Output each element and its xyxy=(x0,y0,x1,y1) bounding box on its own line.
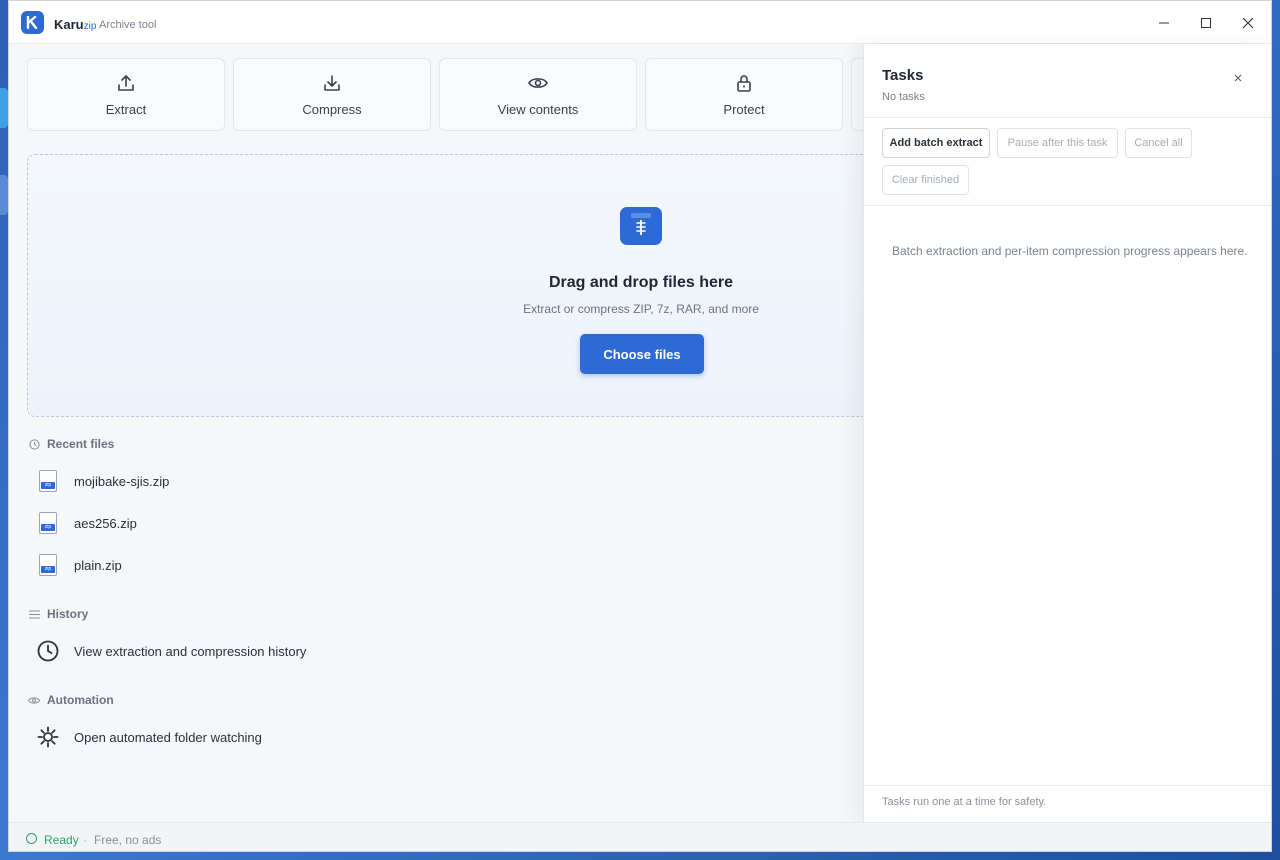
recent-file-row[interactable]: zip aes256.zip xyxy=(37,511,137,535)
tasks-panel: Tasks No tasks Add batch extract Pause a… xyxy=(863,44,1271,822)
view-contents-label: View contents xyxy=(497,102,579,117)
zip-file-tag: zip xyxy=(41,566,55,573)
app-window: Karuzip Archive tool Extract Compress Vi… xyxy=(8,0,1272,852)
add-batch-extract-button[interactable]: Add batch extract xyxy=(882,128,990,158)
history-link-text: View extraction and compression history xyxy=(74,643,307,659)
recent-file-name: mojibake-sjis.zip xyxy=(74,473,170,489)
app-logo xyxy=(21,11,44,34)
minimize-button[interactable] xyxy=(1154,13,1174,33)
maximize-button[interactable] xyxy=(1196,13,1216,33)
extract-button[interactable]: Extract xyxy=(27,58,225,131)
compress-button[interactable]: Compress xyxy=(233,58,431,131)
k-logo-icon xyxy=(26,16,38,29)
recent-file-name: plain.zip xyxy=(74,557,122,573)
close-window-button[interactable] xyxy=(1238,13,1258,33)
zip-file-icon: zip xyxy=(37,469,59,493)
automation-heading-text: Automation xyxy=(47,693,114,707)
upload-icon xyxy=(117,72,135,94)
archive-icon xyxy=(620,207,662,245)
tasks-footer-note: Tasks run one at a time for safety. xyxy=(882,796,1047,808)
app-tagline: Archive tool xyxy=(99,19,157,31)
desktop-icon[interactable] xyxy=(0,175,8,215)
status-separator: · xyxy=(83,833,87,847)
app-name: Karuzip xyxy=(54,17,96,32)
choose-files-button[interactable]: Choose files xyxy=(580,334,704,374)
lock-icon xyxy=(736,72,752,94)
protect-button[interactable]: Protect xyxy=(645,58,843,131)
app-name-text: Karu xyxy=(54,17,84,32)
tasks-count: No tasks xyxy=(882,91,925,103)
desktop-icon[interactable] xyxy=(0,88,8,128)
download-icon xyxy=(323,72,341,94)
eye-icon xyxy=(528,72,548,94)
zip-file-tag: zip xyxy=(41,482,55,489)
tasks-title: Tasks xyxy=(882,67,924,84)
clock-icon xyxy=(37,639,59,663)
history-link[interactable]: View extraction and compression history xyxy=(37,639,306,663)
protect-label: Protect xyxy=(723,102,765,117)
title-bar: Karuzip Archive tool xyxy=(9,1,1271,44)
clear-finished-button[interactable]: Clear finished xyxy=(882,165,969,195)
clock-small-icon xyxy=(28,438,40,450)
history-heading: History xyxy=(28,607,88,621)
zip-file-icon: zip xyxy=(37,511,59,535)
recent-files-heading: Recent files xyxy=(28,437,114,451)
divider xyxy=(864,205,1271,206)
eye-small-icon xyxy=(28,694,40,706)
recent-file-name: aes256.zip xyxy=(74,515,137,531)
extract-label: Extract xyxy=(105,102,147,117)
divider xyxy=(864,785,1271,786)
pause-after-task-button[interactable]: Pause after this task xyxy=(997,128,1118,158)
automation-link-text: Open automated folder watching xyxy=(74,729,262,745)
zip-file-tag: zip xyxy=(41,524,55,531)
status-ready: Ready xyxy=(44,833,79,847)
view-contents-button[interactable]: View contents xyxy=(439,58,637,131)
recent-files-heading-text: Recent files xyxy=(47,437,115,451)
automation-heading: Automation xyxy=(28,693,114,707)
automation-link[interactable]: Open automated folder watching xyxy=(37,725,262,749)
minimize-icon xyxy=(1159,22,1169,24)
status-bar: Ready · Free, no ads xyxy=(9,822,1271,851)
recent-file-row[interactable]: zip plain.zip xyxy=(37,553,122,577)
zip-file-icon: zip xyxy=(37,553,59,577)
compress-label: Compress xyxy=(302,102,362,117)
gear-icon xyxy=(37,725,59,749)
tasks-empty-message: Batch extraction and per-item compressio… xyxy=(892,244,1248,258)
cancel-all-button[interactable]: Cancel all xyxy=(1125,128,1192,158)
status-free-label: Free, no ads xyxy=(94,833,162,847)
close-tasks-button[interactable] xyxy=(1231,71,1245,85)
maximize-icon xyxy=(1201,18,1211,28)
check-circle-icon xyxy=(26,833,37,844)
list-icon xyxy=(28,608,40,620)
close-icon xyxy=(1234,74,1242,82)
recent-file-row[interactable]: zip mojibake-sjis.zip xyxy=(37,469,169,493)
history-heading-text: History xyxy=(47,607,89,621)
close-icon xyxy=(1243,18,1253,28)
divider xyxy=(864,117,1271,118)
app-name-suffix: zip xyxy=(83,21,97,32)
